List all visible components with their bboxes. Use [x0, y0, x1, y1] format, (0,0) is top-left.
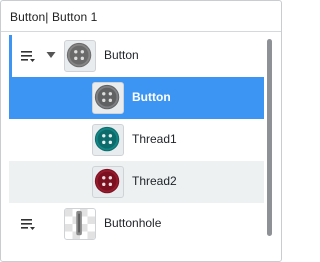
- tree-row-button-child[interactable]: Button: [9, 77, 264, 119]
- tree-item-label: Button: [132, 90, 171, 104]
- list-menu-icon[interactable]: [20, 49, 36, 63]
- button-child-thumbnail: [92, 82, 124, 114]
- thread2-thumbnail: [92, 166, 124, 198]
- tree-row-button[interactable]: Button: [9, 35, 264, 77]
- tree-item-label: Button: [104, 48, 139, 62]
- title-divider: [1, 31, 281, 32]
- tree-row-buttonhole[interactable]: Buttonhole: [9, 203, 264, 245]
- tree-row-thread2[interactable]: Thread2: [9, 161, 264, 203]
- list-menu-icon[interactable]: [20, 217, 36, 231]
- tree-item-label: Thread1: [132, 132, 177, 146]
- panel-title: Button| Button 1: [10, 10, 98, 24]
- layer-tree-panel: Button| Button 1 Button Button Thread1 T…: [0, 0, 282, 262]
- thread1-thumbnail: [92, 124, 124, 156]
- tree-item-label: Thread2: [132, 174, 177, 188]
- buttonhole-thumbnail: [64, 208, 96, 240]
- chevron-down-icon[interactable]: [46, 51, 56, 59]
- tree-row-thread1[interactable]: Thread1: [9, 119, 264, 161]
- parent-indicator-bar: [9, 35, 12, 77]
- vertical-scrollbar[interactable]: [267, 39, 272, 236]
- button-thumbnail: [64, 40, 96, 72]
- tree-item-label: Buttonhole: [104, 216, 162, 230]
